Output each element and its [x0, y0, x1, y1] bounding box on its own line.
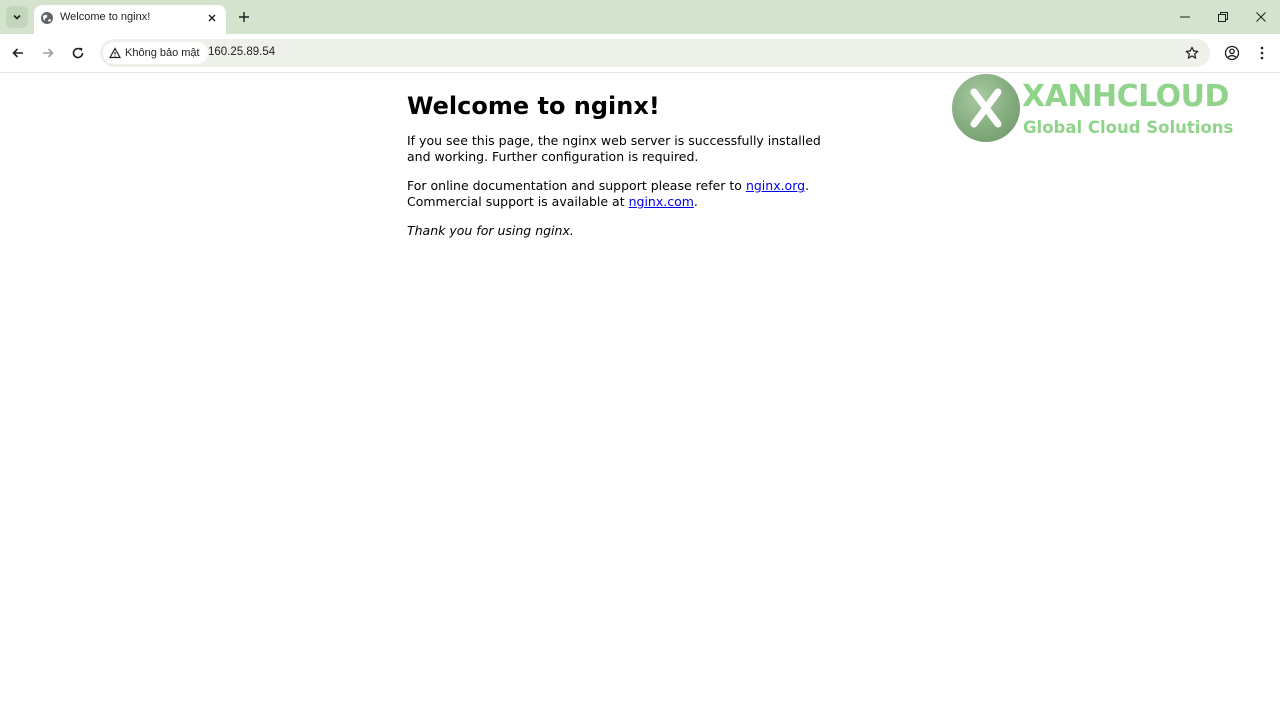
close-icon [1256, 12, 1266, 22]
nginx-org-link[interactable]: nginx.org [746, 178, 805, 193]
browser-tab[interactable]: Welcome to nginx! [34, 5, 226, 34]
arrow-right-icon [43, 48, 54, 58]
security-label: Không bảo mật [125, 47, 200, 59]
profile-icon [1224, 45, 1240, 61]
tab-close-button[interactable] [204, 10, 220, 26]
tab-search-button[interactable] [6, 6, 28, 28]
arrow-left-icon [12, 48, 23, 58]
logo-brand: XANHCLOUD [1022, 79, 1229, 114]
intro-paragraph: If you see this page, the nginx web serv… [407, 133, 821, 164]
nginx-com-link[interactable]: nginx.com [629, 194, 694, 209]
browser-toolbar: Không bảo mật 160.25.89.54 [0, 34, 1280, 73]
docs-paragraph: For online documentation and support ple… [407, 178, 837, 210]
restore-button[interactable] [1212, 6, 1234, 28]
page-title: Welcome to nginx! [407, 92, 660, 120]
close-icon [208, 14, 216, 22]
thanks-text: Thank you for using nginx. [407, 223, 574, 238]
url-text[interactable]: 160.25.89.54 [208, 46, 275, 58]
bookmark-button[interactable] [1182, 43, 1202, 63]
xanhcloud-logo: XANHCLOUD Global Cloud Solutions [952, 74, 1252, 144]
commercial-prefix: Commercial support is available at [407, 194, 629, 209]
back-button[interactable] [7, 42, 29, 64]
star-icon [1185, 46, 1199, 59]
security-chip[interactable]: Không bảo mật [103, 42, 208, 64]
docs-prefix: For online documentation and support ple… [407, 178, 746, 193]
tab-title: Welcome to nginx! [60, 11, 151, 23]
restore-icon [1218, 12, 1228, 22]
more-vertical-icon [1260, 46, 1264, 60]
reload-button[interactable] [67, 42, 89, 64]
chevron-down-icon [13, 14, 21, 20]
minimize-button[interactable] [1174, 6, 1196, 28]
logo-x-icon [970, 88, 1002, 128]
close-window-button[interactable] [1250, 6, 1272, 28]
minimize-icon [1180, 16, 1190, 18]
profile-button[interactable] [1221, 42, 1243, 64]
docs-suffix: . [805, 178, 810, 193]
commercial-suffix: . [693, 194, 698, 209]
tab-strip: Welcome to nginx! [0, 0, 1280, 34]
globe-icon [41, 12, 53, 24]
logo-tagline: Global Cloud Solutions [1023, 118, 1234, 137]
new-tab-button[interactable] [235, 8, 253, 26]
page-content: Welcome to nginx! If you see this page, … [407, 84, 837, 252]
forward-button[interactable] [37, 42, 59, 64]
menu-button[interactable] [1251, 42, 1273, 64]
warning-icon [109, 47, 121, 59]
plus-icon [239, 12, 249, 22]
address-bar[interactable]: Không bảo mật 160.25.89.54 [100, 39, 1210, 67]
reload-icon [72, 47, 84, 59]
